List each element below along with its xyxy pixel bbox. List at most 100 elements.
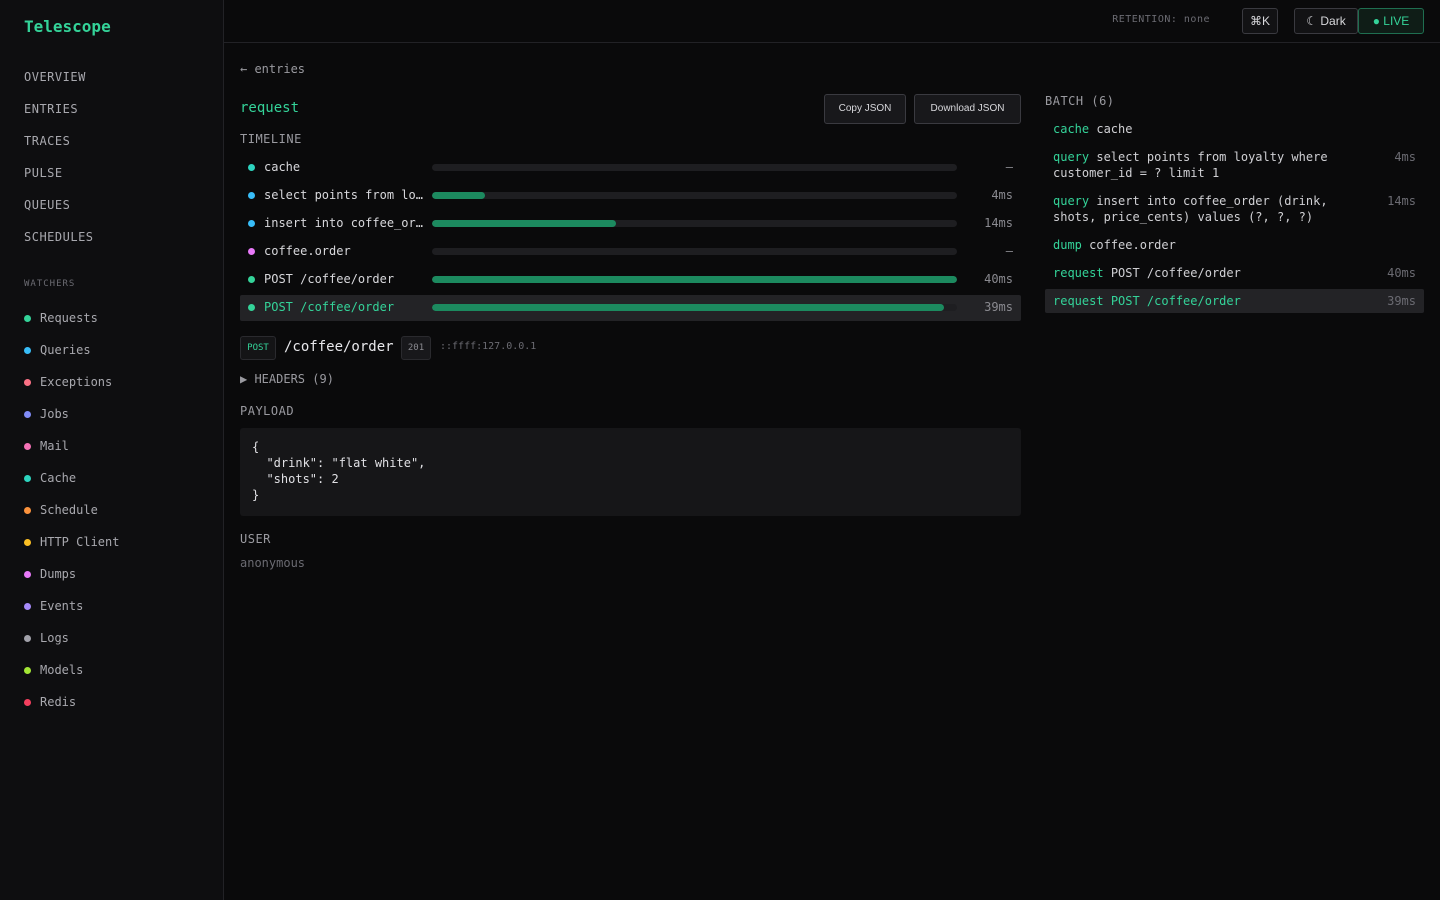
timeline-bar-track <box>432 220 957 227</box>
timeline-row[interactable]: POST /coffee/order 40ms <box>240 266 1021 294</box>
watcher-color-dot <box>24 635 31 642</box>
timeline-type-dot <box>248 304 255 311</box>
batch-item-label: coffee.order <box>1089 238 1176 252</box>
timeline-duration: 4ms <box>991 188 1013 202</box>
watcher-label: Logs <box>40 631 69 645</box>
user-heading: USER <box>240 532 271 546</box>
batch-item-type: cache <box>1053 122 1090 136</box>
nav-item-queues[interactable]: QUEUES <box>24 196 94 228</box>
watcher-color-dot <box>24 443 31 450</box>
headers-toggle[interactable]: ▶ HEADERS (9) <box>240 372 334 386</box>
batch-item[interactable]: request POST /coffee/order 39ms <box>1045 289 1424 313</box>
timeline-row[interactable]: POST /coffee/order 39ms <box>240 295 1021 321</box>
batch-item[interactable]: query insert into coffee_order (drink, s… <box>1045 189 1424 229</box>
watcher-item-logs[interactable]: Logs <box>24 629 119 661</box>
batch-item-text: request POST /coffee/order <box>1053 293 1353 309</box>
timeline-duration: — <box>1005 244 1013 258</box>
top-bar: RETENTION: none ⌘K ☾ Dark ● LIVE <box>224 0 1440 43</box>
timeline-bar-track <box>432 248 957 255</box>
timeline-duration: 39ms <box>984 300 1013 314</box>
watcher-label: Redis <box>40 695 77 709</box>
batch-item-text: dump coffee.order <box>1053 237 1353 253</box>
timeline-type-dot <box>248 164 255 171</box>
batch-item-label: POST /coffee/order <box>1110 294 1241 308</box>
watcher-item-dumps[interactable]: Dumps <box>24 565 119 597</box>
timeline-bar-track <box>432 192 957 199</box>
batch-item[interactable]: cache cache <box>1045 117 1424 141</box>
timeline-row[interactable]: cache — <box>240 154 1021 182</box>
method-badge: POST <box>240 336 276 360</box>
timeline-duration: 40ms <box>984 272 1013 286</box>
timeline-row[interactable]: select points from loyalty where custome… <box>240 182 1021 210</box>
request-path: /coffee/order <box>284 339 394 355</box>
batch-item-duration: 40ms <box>1387 266 1416 280</box>
watcher-label: Events <box>40 599 84 613</box>
timeline-label: POST /coffee/order <box>264 300 395 314</box>
nav-item-traces[interactable]: TRACES <box>24 132 94 164</box>
download-json-button[interactable]: Download JSON <box>914 94 1021 124</box>
watcher-item-http-client[interactable]: HTTP Client <box>24 533 119 565</box>
watcher-label: Mail <box>40 439 69 453</box>
batch-item-duration: 14ms <box>1387 194 1416 208</box>
nav-item-schedules[interactable]: SCHEDULES <box>24 228 94 260</box>
batch-item-type: dump <box>1053 238 1082 252</box>
watcher-item-schedule[interactable]: Schedule <box>24 501 119 533</box>
watcher-item-mail[interactable]: Mail <box>24 437 119 469</box>
timeline: cache — select points from loyalty where c… <box>240 154 1021 321</box>
retention-label: RETENTION: none <box>1112 14 1210 25</box>
watcher-color-dot <box>24 667 31 674</box>
watcher-color-dot <box>24 507 31 514</box>
payload-heading: PAYLOAD <box>240 404 295 418</box>
watcher-item-exceptions[interactable]: Exceptions <box>24 373 119 405</box>
timeline-row[interactable]: insert into coffee_order (drink, shots, … <box>240 210 1021 238</box>
primary-nav: OVERVIEW ENTRIES TRACES PULSE QUEUES SCH… <box>24 68 94 260</box>
watcher-color-dot <box>24 603 31 610</box>
watcher-label: Schedule <box>40 503 98 517</box>
watcher-color-dot <box>24 571 31 578</box>
entry-type-title: request <box>240 100 300 116</box>
watcher-color-dot <box>24 411 31 418</box>
batch-item[interactable]: request POST /coffee/order 40ms <box>1045 261 1424 285</box>
theme-toggle-button[interactable]: ☾ Dark <box>1294 8 1358 34</box>
batch-item-text: cache cache <box>1053 121 1353 137</box>
batch-item-label: insert into coffee_order (drink, shots, … <box>1053 194 1328 224</box>
batch-list: cache cache query select points from loya… <box>1045 117 1424 317</box>
timeline-type-dot <box>248 248 255 255</box>
watcher-label: Cache <box>40 471 77 485</box>
batch-item-type: query <box>1053 150 1090 164</box>
watcher-color-dot <box>24 347 31 354</box>
watcher-item-requests[interactable]: Requests <box>24 309 119 341</box>
nav-item-entries[interactable]: ENTRIES <box>24 100 94 132</box>
nav-item-overview[interactable]: OVERVIEW <box>24 68 94 100</box>
batch-item-duration: 39ms <box>1387 294 1416 308</box>
watcher-item-jobs[interactable]: Jobs <box>24 405 119 437</box>
nav-item-pulse[interactable]: PULSE <box>24 164 94 196</box>
payload-code-block: { "drink": "flat white", "shots": 2 } <box>240 428 1021 516</box>
app-logo[interactable]: Telescope <box>24 17 111 36</box>
live-toggle-button[interactable]: ● LIVE <box>1358 8 1424 34</box>
batch-item-label: cache <box>1096 122 1133 136</box>
batch-item-type: request <box>1053 266 1104 280</box>
watcher-item-models[interactable]: Models <box>24 661 119 693</box>
timeline-row[interactable]: coffee.order — <box>240 238 1021 266</box>
watcher-color-dot <box>24 699 31 706</box>
batch-item[interactable]: query select points from loyalty where c… <box>1045 145 1424 185</box>
timeline-bar-fill <box>432 220 616 227</box>
watcher-item-cache[interactable]: Cache <box>24 469 119 501</box>
timeline-bar-fill <box>432 304 944 311</box>
back-to-entries-link[interactable]: ← entries <box>240 62 305 76</box>
watcher-item-queries[interactable]: Queries <box>24 341 119 373</box>
batch-item[interactable]: dump coffee.order <box>1045 233 1424 257</box>
command-palette-button[interactable]: ⌘K <box>1242 8 1278 34</box>
watcher-item-events[interactable]: Events <box>24 597 119 629</box>
watcher-item-redis[interactable]: Redis <box>24 693 119 725</box>
timeline-type-dot <box>248 276 255 283</box>
batch-item-text: query select points from loyalty where c… <box>1053 149 1353 181</box>
copy-json-button[interactable]: Copy JSON <box>824 94 906 124</box>
watchers-heading: WATCHERS <box>24 279 76 289</box>
watcher-label: Exceptions <box>40 375 113 389</box>
timeline-label: cache <box>264 160 301 174</box>
batch-heading: BATCH (6) <box>1045 94 1115 108</box>
watcher-label: Models <box>40 663 84 677</box>
batch-item-label: POST /coffee/order <box>1110 266 1241 280</box>
